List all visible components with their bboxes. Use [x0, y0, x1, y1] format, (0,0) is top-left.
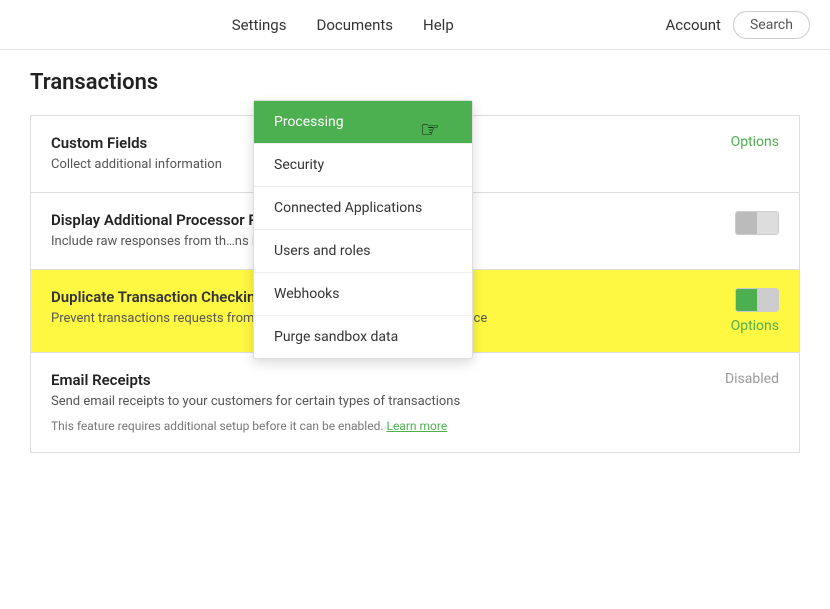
nav-documents[interactable]: Documents	[316, 16, 393, 34]
toggle-left	[736, 212, 757, 234]
duplicate-transaction-toggle[interactable]	[735, 288, 779, 312]
display-additional-action	[699, 211, 779, 235]
email-receipts-label: Email Receipts	[51, 371, 699, 389]
email-receipts-row: Email Receipts Send email receipts to yo…	[30, 352, 800, 453]
custom-fields-action: Options	[699, 134, 779, 150]
top-nav: Settings Documents Help Account Search	[0, 0, 830, 50]
email-receipts-disabled: Disabled	[725, 371, 779, 387]
display-additional-toggle[interactable]	[735, 211, 779, 235]
toggle-on	[736, 289, 757, 311]
main-content: Transactions Custom Fields Collect addit…	[0, 50, 830, 472]
nav-links: Settings Documents Help	[232, 16, 454, 34]
dropdown-item-users-roles[interactable]: Users and roles	[254, 230, 472, 273]
toggle-right	[757, 212, 778, 234]
dropdown-item-purge-sandbox[interactable]: Purge sandbox data	[254, 316, 472, 358]
nav-help[interactable]: Help	[423, 16, 454, 34]
learn-more-link[interactable]: Learn more	[386, 419, 447, 433]
dropdown-item-security[interactable]: Security	[254, 144, 472, 187]
email-receipts-info: Email Receipts Send email receipts to yo…	[51, 371, 699, 434]
email-receipts-desc: Send email receipts to your customers fo…	[51, 393, 699, 411]
dropdown-item-webhooks[interactable]: Webhooks	[254, 273, 472, 316]
duplicate-transaction-action: Options	[699, 288, 779, 334]
page-title: Transactions	[30, 70, 800, 95]
toggle-off	[757, 289, 778, 311]
dropdown-item-processing[interactable]: Processing	[254, 101, 472, 144]
email-receipts-sub: This feature requires additional setup b…	[51, 418, 699, 435]
nav-account[interactable]: Account	[665, 16, 721, 34]
custom-fields-options[interactable]: Options	[731, 134, 779, 150]
email-receipts-action: Disabled	[699, 371, 779, 387]
nav-search[interactable]: Search	[733, 11, 810, 39]
nav-settings[interactable]: Settings	[232, 16, 287, 34]
dropdown-item-connected-applications[interactable]: Connected Applications	[254, 187, 472, 230]
settings-dropdown: Processing Security Connected Applicatio…	[253, 100, 473, 359]
duplicate-transaction-options[interactable]: Options	[731, 318, 779, 334]
